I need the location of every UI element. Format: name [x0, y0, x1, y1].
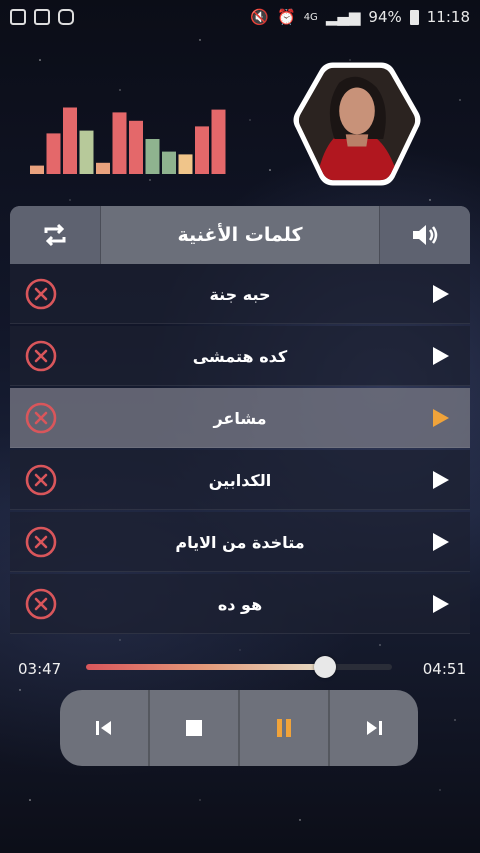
- image-icon: [34, 9, 50, 25]
- artist-avatar[interactable]: [293, 60, 421, 188]
- equalizer-bar: [96, 162, 110, 174]
- remove-icon[interactable]: [24, 587, 58, 621]
- song-title: حبه جنة: [209, 284, 271, 304]
- equalizer-visualizer: [30, 107, 226, 174]
- remove-icon[interactable]: [24, 463, 58, 497]
- instagram-icon: [58, 9, 74, 25]
- play-icon[interactable]: [430, 346, 450, 366]
- clock: 11:18: [426, 8, 470, 26]
- seek-bar-progress: [86, 664, 325, 670]
- stop-icon: [186, 720, 202, 736]
- remove-icon[interactable]: [24, 277, 58, 311]
- equalizer-bar: [178, 154, 193, 174]
- mute-icon: 🔇: [250, 8, 269, 26]
- play-icon[interactable]: [430, 594, 450, 614]
- skip-previous-icon: [96, 721, 111, 735]
- song-title: الكدابين: [208, 470, 272, 490]
- previous-button[interactable]: [60, 690, 150, 766]
- alarm-icon: ⏰: [277, 8, 296, 26]
- stop-button[interactable]: [150, 690, 240, 766]
- skip-next-icon: [367, 721, 382, 735]
- volume-icon: [413, 225, 438, 245]
- equalizer-bar: [162, 151, 176, 174]
- repeat-button[interactable]: [10, 206, 101, 264]
- volume-button[interactable]: [379, 206, 470, 264]
- total-time: 04:51: [422, 660, 466, 678]
- lyrics-title[interactable]: كلمات الأغنية: [101, 206, 379, 264]
- song-title: متاخدة من الايام: [175, 532, 305, 552]
- signal-icon: ▂▄▆: [325, 8, 361, 26]
- playback-controls: [60, 690, 418, 766]
- song-row[interactable]: هو ده: [10, 574, 470, 634]
- gallery-icon: [10, 9, 26, 25]
- equalizer-bar: [63, 107, 77, 174]
- remove-icon[interactable]: [24, 339, 58, 373]
- play-icon[interactable]: [430, 470, 450, 490]
- play-icon[interactable]: [430, 408, 450, 428]
- battery-icon: [409, 9, 419, 25]
- song-row[interactable]: متاخدة من الايام: [10, 512, 470, 572]
- current-time: 03:47: [18, 660, 62, 678]
- equalizer-bar: [79, 130, 94, 174]
- next-button[interactable]: [330, 690, 418, 766]
- playlist-header: كلمات الأغنية: [10, 206, 470, 264]
- status-right-icons: 🔇 ⏰ 4G ▂▄▆ 94% 11:18: [250, 8, 470, 26]
- song-title: كده هتمشى: [192, 346, 288, 366]
- status-left-icons: [10, 9, 74, 25]
- equalizer-bar: [195, 126, 209, 174]
- status-bar: 🔇 ⏰ 4G ▂▄▆ 94% 11:18: [0, 0, 480, 34]
- seek-bar-thumb[interactable]: [313, 656, 336, 678]
- seek-bar[interactable]: [86, 656, 392, 678]
- song-list: حبه جنة كده هتمشى مشاعر الكدابين متاخدة من ا…: [10, 264, 470, 636]
- remove-icon[interactable]: [24, 525, 58, 559]
- equalizer-bar: [145, 139, 160, 174]
- equalizer-bar: [129, 120, 143, 174]
- equalizer-bar: [46, 133, 61, 174]
- equalizer-bar: [30, 165, 44, 174]
- repeat-icon: [44, 223, 66, 247]
- song-title: مشاعر: [213, 408, 267, 428]
- song-row[interactable]: حبه جنة: [10, 264, 470, 324]
- pause-icon: [277, 719, 291, 737]
- pause-button[interactable]: [240, 690, 330, 766]
- song-row[interactable]: الكدابين: [10, 450, 470, 510]
- song-row[interactable]: كده هتمشى: [10, 326, 470, 386]
- play-icon[interactable]: [430, 284, 450, 304]
- battery-percent: 94%: [368, 8, 402, 26]
- play-icon[interactable]: [430, 532, 450, 552]
- equalizer-bar: [211, 109, 226, 174]
- network-type: 4G: [303, 11, 318, 23]
- remove-icon[interactable]: [24, 401, 58, 435]
- song-title: هو ده: [217, 594, 263, 614]
- song-row[interactable]: مشاعر: [10, 388, 470, 448]
- equalizer-bar: [112, 112, 127, 174]
